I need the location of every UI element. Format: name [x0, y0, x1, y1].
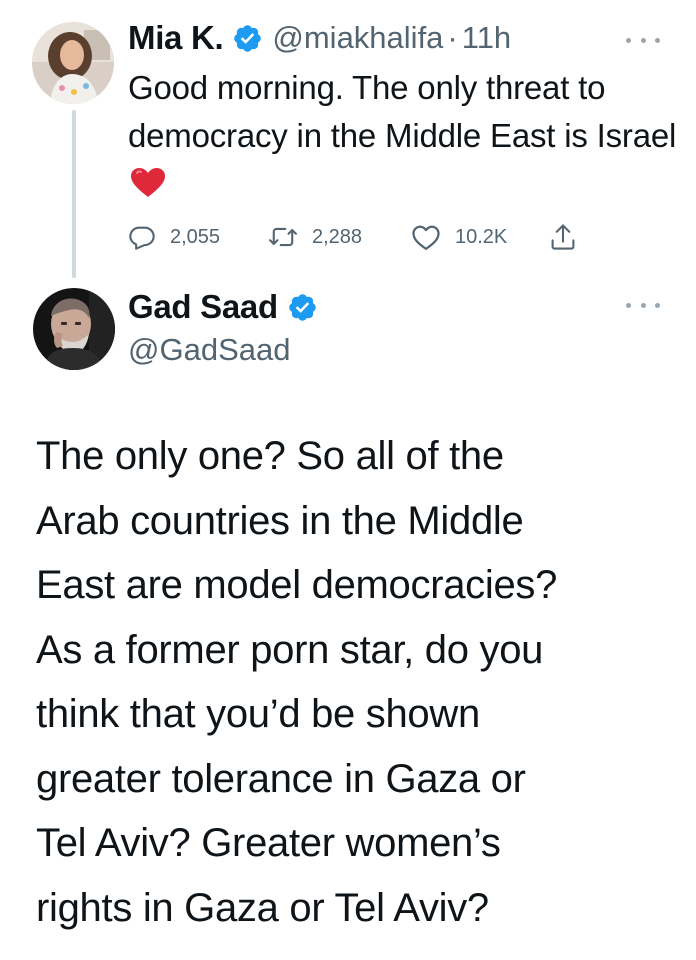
verified-badge-icon	[232, 23, 263, 54]
reply-count: 2,055	[170, 225, 221, 248]
display-name[interactable]: Gad Saad	[128, 288, 278, 326]
thread-connector-line	[72, 110, 76, 278]
tweet-actions: 2,055 2,288 10.2K	[128, 221, 577, 253]
share-icon	[549, 222, 577, 252]
author-handle[interactable]: @miakhalifa	[272, 20, 443, 56]
display-name[interactable]: Mia K.	[128, 19, 224, 57]
avatar[interactable]	[33, 288, 115, 370]
tweet-header: Mia K. @miakhalifa · 11h	[128, 14, 511, 62]
retweet-icon	[268, 223, 298, 251]
like-icon	[411, 223, 441, 251]
timestamp[interactable]: 11h	[462, 20, 511, 56]
reply-icon	[128, 223, 156, 251]
more-icon[interactable]	[626, 298, 660, 312]
retweet-button[interactable]: 2,288	[268, 223, 411, 251]
tweet-text: The only one? So all of the Arab countri…	[36, 434, 558, 930]
author-handle[interactable]: @GadSaad	[128, 332, 290, 368]
like-count: 10.2K	[455, 225, 508, 248]
avatar-image	[32, 22, 114, 104]
more-icon[interactable]	[626, 33, 660, 47]
retweet-count: 2,288	[312, 225, 363, 248]
avatar-image	[33, 288, 115, 370]
like-button[interactable]: 10.2K	[411, 223, 549, 251]
avatar[interactable]	[32, 22, 114, 104]
tweet-header: Gad Saad	[128, 283, 318, 331]
tweet-text: Good morning. The only threat to democra…	[128, 64, 678, 212]
separator-dot: ·	[447, 20, 458, 55]
reply-button[interactable]: 2,055	[128, 223, 268, 251]
verified-badge-icon	[287, 292, 318, 323]
heart-emoji-icon	[130, 164, 166, 212]
tweet-text-content: Good morning. The only threat to democra…	[128, 69, 677, 154]
share-button[interactable]	[549, 222, 577, 252]
